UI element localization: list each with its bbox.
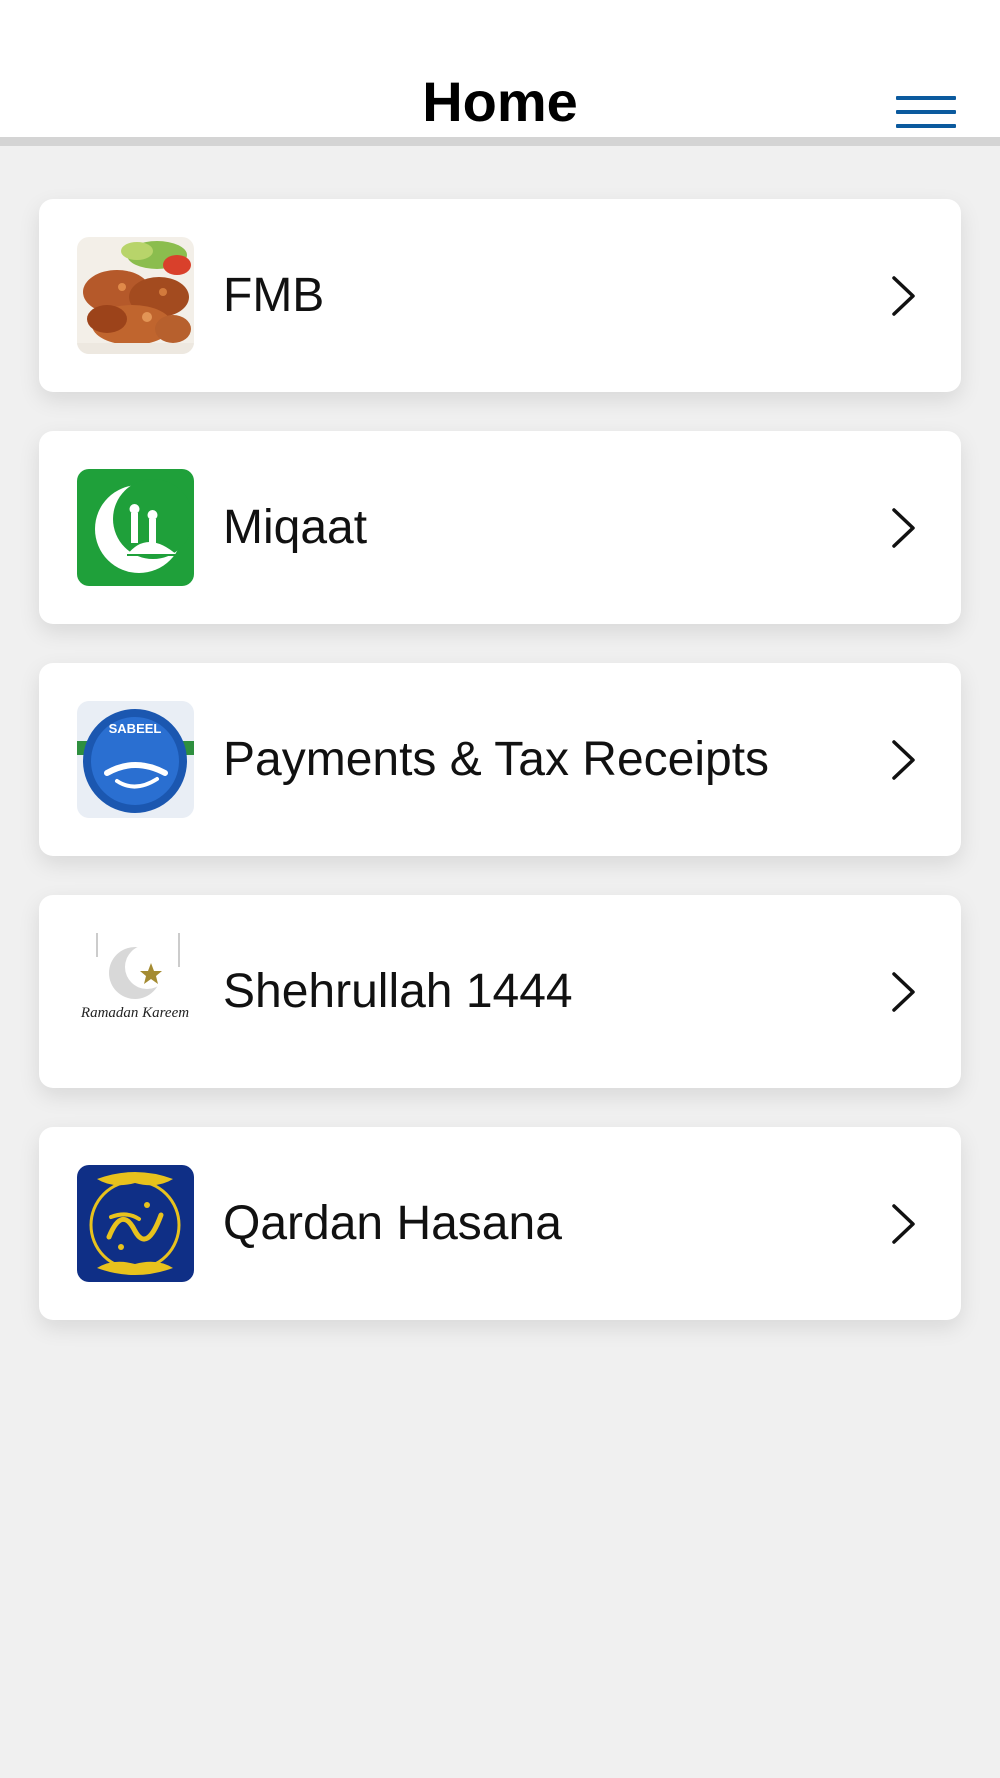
chevron-right-icon [892, 508, 915, 548]
menu-item-label: Qardan Hasana [223, 1197, 562, 1250]
page-title: Home [422, 70, 578, 133]
hamburger-menu-button[interactable] [896, 92, 960, 134]
menu-item-fmb[interactable]: FMB [39, 199, 961, 392]
sabeel-logo-icon: SABEEL [77, 701, 194, 818]
app-header: Home [0, 0, 1000, 146]
logo-text: SABEEL [109, 721, 162, 736]
chevron-right-icon [892, 1204, 915, 1244]
chevron-right-icon [892, 740, 915, 780]
menu-item-label: FMB [223, 269, 325, 322]
menu-item-label: Payments & Tax Receipts [223, 733, 770, 786]
menu-bar [896, 96, 956, 100]
chevron-right-icon [892, 276, 915, 316]
chicken-food-icon [77, 237, 194, 354]
menu-item-label: Shehrullah 1444 [223, 965, 573, 1018]
qardan-hasana-calligraphy-icon [77, 1165, 194, 1282]
menu-bar [896, 124, 956, 128]
ramadan-kareem-icon: Ramadan Kareem [77, 933, 194, 1050]
menu-item-label: Miqaat [223, 501, 368, 554]
menu-item-qardan-hasana[interactable]: Qardan Hasana [39, 1127, 961, 1320]
menu-bar [896, 110, 956, 114]
logo-text: Ramadan Kareem [80, 1005, 189, 1021]
menu-item-shehrullah-1444[interactable]: Ramadan Kareem Shehrullah 1444 [39, 895, 961, 1088]
chevron-right-icon [892, 972, 915, 1012]
crescent-mosque-icon [77, 469, 194, 586]
menu-item-miqaat[interactable]: Miqaat [39, 431, 961, 624]
menu-item-payments-tax-receipts[interactable]: SABEEL Payments & Tax Receipts [39, 663, 961, 856]
